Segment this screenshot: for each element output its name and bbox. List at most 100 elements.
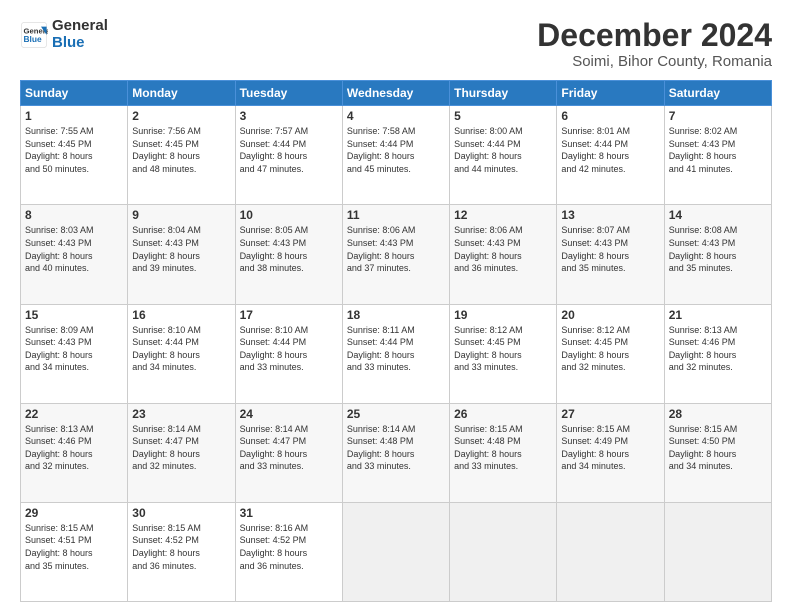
cell-text: Sunrise: 8:12 AM Sunset: 4:45 PM Dayligh… [454, 324, 552, 374]
day-number: 14 [669, 208, 767, 222]
cell-text: Sunrise: 7:56 AM Sunset: 4:45 PM Dayligh… [132, 125, 230, 175]
day-number: 15 [25, 308, 123, 322]
cell-text: Sunrise: 8:10 AM Sunset: 4:44 PM Dayligh… [240, 324, 338, 374]
day-number: 29 [25, 506, 123, 520]
day-number: 30 [132, 506, 230, 520]
logo-icon: General Blue [20, 21, 48, 49]
cell-text: Sunrise: 8:07 AM Sunset: 4:43 PM Dayligh… [561, 224, 659, 274]
day-number: 20 [561, 308, 659, 322]
calendar-cell: 10 Sunrise: 8:05 AM Sunset: 4:43 PM Dayli… [235, 205, 342, 304]
calendar-cell [342, 502, 449, 601]
calendar-cell [664, 502, 771, 601]
day-number: 21 [669, 308, 767, 322]
title-block: December 2024 Soimi, Bihor County, Roman… [537, 18, 772, 70]
day-number: 31 [240, 506, 338, 520]
calendar-cell: 25 Sunrise: 8:14 AM Sunset: 4:48 PM Dayli… [342, 403, 449, 502]
day-number: 2 [132, 109, 230, 123]
main-title: December 2024 [537, 18, 772, 53]
svg-text:Blue: Blue [24, 34, 42, 44]
day-number: 24 [240, 407, 338, 421]
day-number: 17 [240, 308, 338, 322]
calendar-cell: 23 Sunrise: 8:14 AM Sunset: 4:47 PM Dayli… [128, 403, 235, 502]
calendar-cell: 20Sunrise: 8:12 AM Sunset: 4:45 PM Dayli… [557, 304, 664, 403]
calendar-cell: 4Sunrise: 7:58 AM Sunset: 4:44 PM Daylig… [342, 106, 449, 205]
calendar-cell: 17 Sunrise: 8:10 AM Sunset: 4:44 PM Dayli… [235, 304, 342, 403]
day-number: 18 [347, 308, 445, 322]
cell-text: Sunrise: 8:06 AM Sunset: 4:43 PM Dayligh… [454, 224, 552, 274]
day-number: 8 [25, 208, 123, 222]
logo-text: General Blue [52, 18, 108, 51]
day-number: 1 [25, 109, 123, 123]
calendar-cell: 28 Sunrise: 8:15 AM Sunset: 4:50 PM Dayli… [664, 403, 771, 502]
calendar-cell: 24Sunrise: 8:14 AM Sunset: 4:47 PM Dayli… [235, 403, 342, 502]
day-number: 9 [132, 208, 230, 222]
calendar-cell: 26Sunrise: 8:15 AM Sunset: 4:48 PM Dayli… [450, 403, 557, 502]
week-row-3: 15 Sunrise: 8:09 AM Sunset: 4:43 PM Dayli… [21, 304, 772, 403]
day-number: 7 [669, 109, 767, 123]
cell-text: Sunrise: 8:15 AM Sunset: 4:48 PM Dayligh… [454, 423, 552, 473]
cell-text: Sunrise: 7:57 AM Sunset: 4:44 PM Dayligh… [240, 125, 338, 175]
calendar-cell: 18 Sunrise: 8:11 AM Sunset: 4:44 PM Dayli… [342, 304, 449, 403]
cell-text: Sunrise: 8:13 AM Sunset: 4:46 PM Dayligh… [669, 324, 767, 374]
calendar-cell: 8 Sunrise: 8:03 AM Sunset: 4:43 PM Daylig… [21, 205, 128, 304]
day-number: 4 [347, 109, 445, 123]
day-number: 27 [561, 407, 659, 421]
cell-text: Sunrise: 8:02 AM Sunset: 4:43 PM Dayligh… [669, 125, 767, 175]
logo: General Blue General Blue [20, 18, 108, 51]
cell-text: Sunrise: 8:11 AM Sunset: 4:44 PM Dayligh… [347, 324, 445, 374]
cell-text: Sunrise: 8:15 AM Sunset: 4:52 PM Dayligh… [132, 522, 230, 572]
cell-text: Sunrise: 8:08 AM Sunset: 4:43 PM Dayligh… [669, 224, 767, 274]
cell-text: Sunrise: 8:05 AM Sunset: 4:43 PM Dayligh… [240, 224, 338, 274]
calendar-cell: 27Sunrise: 8:15 AM Sunset: 4:49 PM Dayli… [557, 403, 664, 502]
calendar-cell: 13Sunrise: 8:07 AM Sunset: 4:43 PM Dayli… [557, 205, 664, 304]
calendar-cell: 29Sunrise: 8:15 AM Sunset: 4:51 PM Dayli… [21, 502, 128, 601]
cell-text: Sunrise: 8:14 AM Sunset: 4:48 PM Dayligh… [347, 423, 445, 473]
weekday-header-thursday: Thursday [450, 81, 557, 106]
calendar-cell: 12Sunrise: 8:06 AM Sunset: 4:43 PM Dayli… [450, 205, 557, 304]
cell-text: Sunrise: 8:15 AM Sunset: 4:50 PM Dayligh… [669, 423, 767, 473]
calendar-cell: 15 Sunrise: 8:09 AM Sunset: 4:43 PM Dayli… [21, 304, 128, 403]
day-number: 28 [669, 407, 767, 421]
weekday-header-wednesday: Wednesday [342, 81, 449, 106]
cell-text: Sunrise: 8:10 AM Sunset: 4:44 PM Dayligh… [132, 324, 230, 374]
week-row-2: 8 Sunrise: 8:03 AM Sunset: 4:43 PM Daylig… [21, 205, 772, 304]
calendar-cell: 1 Sunrise: 7:55 AM Sunset: 4:45 PM Daylig… [21, 106, 128, 205]
calendar-cell [450, 502, 557, 601]
cell-text: Sunrise: 8:09 AM Sunset: 4:43 PM Dayligh… [25, 324, 123, 374]
day-number: 16 [132, 308, 230, 322]
cell-text: Sunrise: 8:14 AM Sunset: 4:47 PM Dayligh… [132, 423, 230, 473]
day-number: 6 [561, 109, 659, 123]
day-number: 19 [454, 308, 552, 322]
weekday-header-sunday: Sunday [21, 81, 128, 106]
day-number: 22 [25, 407, 123, 421]
cell-text: Sunrise: 8:04 AM Sunset: 4:43 PM Dayligh… [132, 224, 230, 274]
calendar-cell: 3Sunrise: 7:57 AM Sunset: 4:44 PM Daylig… [235, 106, 342, 205]
cell-text: Sunrise: 8:13 AM Sunset: 4:46 PM Dayligh… [25, 423, 123, 473]
calendar-cell: 22 Sunrise: 8:13 AM Sunset: 4:46 PM Dayli… [21, 403, 128, 502]
header: General Blue General Blue December 2024 … [20, 18, 772, 70]
cell-text: Sunrise: 8:06 AM Sunset: 4:43 PM Dayligh… [347, 224, 445, 274]
weekday-header-tuesday: Tuesday [235, 81, 342, 106]
calendar-cell: 11Sunrise: 8:06 AM Sunset: 4:43 PM Dayli… [342, 205, 449, 304]
cell-text: Sunrise: 8:01 AM Sunset: 4:44 PM Dayligh… [561, 125, 659, 175]
weekday-header-saturday: Saturday [664, 81, 771, 106]
calendar-cell: 19 Sunrise: 8:12 AM Sunset: 4:45 PM Dayli… [450, 304, 557, 403]
calendar-cell: 9 Sunrise: 8:04 AM Sunset: 4:43 PM Daylig… [128, 205, 235, 304]
day-number: 23 [132, 407, 230, 421]
calendar-cell: 16 Sunrise: 8:10 AM Sunset: 4:44 PM Dayli… [128, 304, 235, 403]
page: General Blue General Blue December 2024 … [0, 0, 792, 612]
calendar-cell: 21 Sunrise: 8:13 AM Sunset: 4:46 PM Dayli… [664, 304, 771, 403]
day-number: 10 [240, 208, 338, 222]
cell-text: Sunrise: 8:00 AM Sunset: 4:44 PM Dayligh… [454, 125, 552, 175]
weekday-header-row: SundayMondayTuesdayWednesdayThursdayFrid… [21, 81, 772, 106]
subtitle: Soimi, Bihor County, Romania [537, 53, 772, 70]
weekday-header-friday: Friday [557, 81, 664, 106]
calendar-cell [557, 502, 664, 601]
week-row-5: 29Sunrise: 8:15 AM Sunset: 4:51 PM Dayli… [21, 502, 772, 601]
day-number: 25 [347, 407, 445, 421]
cell-text: Sunrise: 8:03 AM Sunset: 4:43 PM Dayligh… [25, 224, 123, 274]
calendar-cell: 7 Sunrise: 8:02 AM Sunset: 4:43 PM Daylig… [664, 106, 771, 205]
cell-text: Sunrise: 7:55 AM Sunset: 4:45 PM Dayligh… [25, 125, 123, 175]
calendar-table: SundayMondayTuesdayWednesdayThursdayFrid… [20, 80, 772, 602]
week-row-4: 22 Sunrise: 8:13 AM Sunset: 4:46 PM Dayli… [21, 403, 772, 502]
